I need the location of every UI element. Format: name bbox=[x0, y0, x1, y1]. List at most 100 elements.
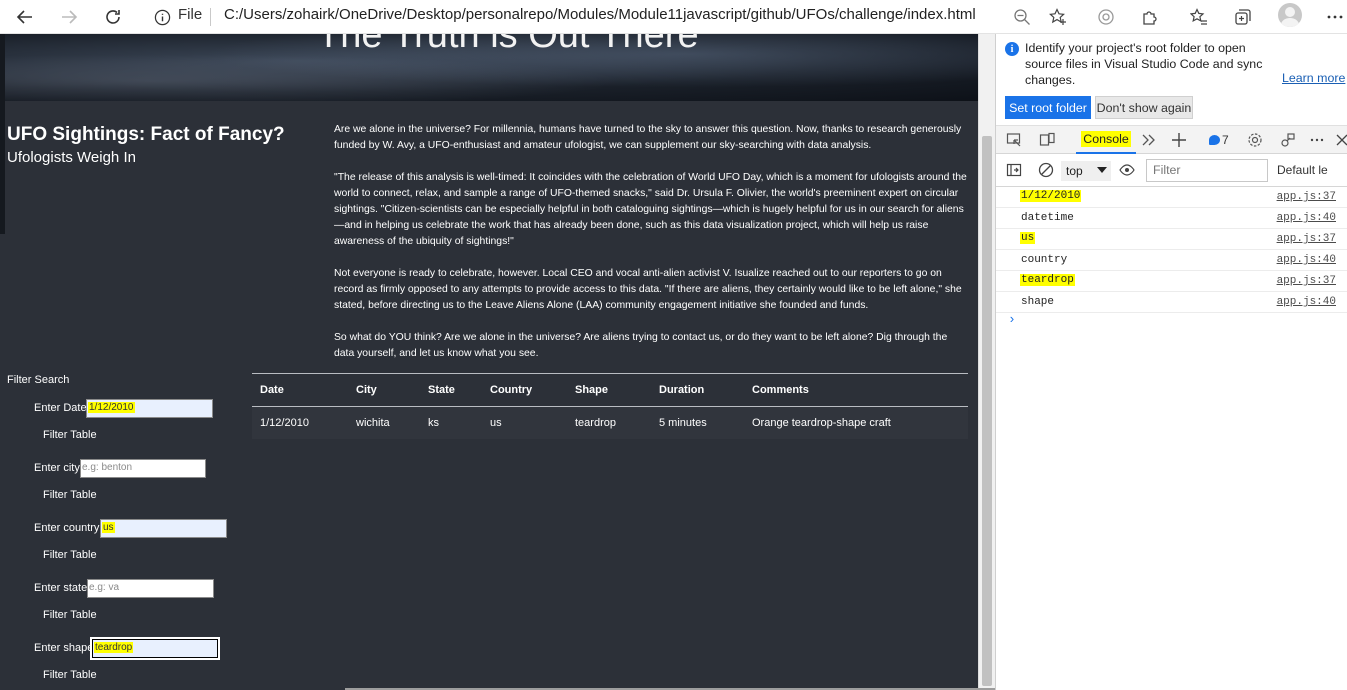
web-page: The Truth is Out There UFO Sightings: Fa… bbox=[0, 34, 978, 690]
log-source-link[interactable]: app.js:37 bbox=[1277, 191, 1336, 203]
connected-devices-icon[interactable] bbox=[1279, 131, 1297, 149]
country-input-value: us bbox=[102, 522, 115, 533]
filter-table-button[interactable]: Filter Table bbox=[43, 609, 97, 621]
inspect-element-icon[interactable] bbox=[1005, 131, 1023, 149]
devtools-toolbar: Console 7 bbox=[996, 126, 1347, 154]
favorite-add-icon[interactable] bbox=[1046, 5, 1070, 29]
zoom-out-icon[interactable] bbox=[1010, 5, 1034, 29]
country-input[interactable]: us bbox=[100, 519, 227, 538]
state-input[interactable]: e.g: va bbox=[87, 579, 214, 598]
console-filter-input[interactable]: Filter bbox=[1146, 159, 1268, 182]
state-label: Enter state bbox=[34, 582, 88, 594]
city-label: Enter city bbox=[34, 462, 80, 474]
close-devtools-icon[interactable] bbox=[1333, 131, 1347, 149]
forward-button[interactable] bbox=[56, 4, 82, 30]
log-message: 1/12/2010 bbox=[1020, 190, 1082, 202]
learn-more-link[interactable]: Learn more bbox=[1282, 71, 1345, 85]
log-source-link[interactable]: app.js:40 bbox=[1277, 296, 1336, 308]
filter-table-button[interactable]: Filter Table bbox=[43, 429, 97, 441]
forward-arrow-icon bbox=[62, 10, 78, 24]
devtools-panel: i Identify your project's root folder to… bbox=[995, 34, 1347, 690]
shape-input-value: teardrop bbox=[94, 642, 134, 653]
chevron-down-icon bbox=[1097, 167, 1107, 173]
profile-avatar[interactable] bbox=[1278, 3, 1302, 27]
protocol-label: File bbox=[178, 6, 203, 23]
table-row: 1/12/2010 wichita ks us teardrop 5 minut… bbox=[252, 407, 968, 439]
log-source-link[interactable]: app.js:40 bbox=[1277, 254, 1336, 266]
column-header-date: Date bbox=[260, 384, 284, 396]
date-input-value: 1/12/2010 bbox=[88, 402, 135, 413]
console-sidebar-icon[interactable] bbox=[1005, 161, 1023, 179]
log-source-link[interactable]: app.js:37 bbox=[1277, 233, 1336, 245]
message-icon bbox=[1209, 135, 1220, 145]
more-tabs-icon[interactable] bbox=[1139, 131, 1157, 149]
settings-gear-icon[interactable] bbox=[1246, 131, 1264, 149]
set-root-folder-button[interactable]: Set root folder bbox=[1005, 96, 1091, 119]
tab-console[interactable]: Console bbox=[1076, 126, 1136, 154]
shape-label: Enter shape bbox=[34, 642, 94, 654]
column-header-shape: Shape bbox=[575, 384, 609, 396]
shape-input[interactable]: teardrop bbox=[90, 637, 220, 660]
infobar-message: Identify your project's root folder to o… bbox=[1025, 41, 1263, 87]
address-separator bbox=[210, 8, 211, 26]
collections-icon[interactable] bbox=[1231, 5, 1255, 29]
console-log-entry: shape app.js:40 bbox=[996, 292, 1347, 313]
site-info-icon[interactable] bbox=[152, 7, 172, 27]
city-input-placeholder: e.g: benton bbox=[82, 462, 133, 473]
refresh-button[interactable] bbox=[100, 4, 126, 30]
live-expression-eye-icon[interactable] bbox=[1118, 161, 1136, 179]
issues-count: 7 bbox=[1222, 133, 1229, 147]
browser-toolbar: File C:/Users/zohairk/OneDrive/Desktop/p… bbox=[0, 0, 1347, 34]
extensions-icon[interactable] bbox=[1138, 5, 1162, 29]
log-source-link[interactable]: app.js:40 bbox=[1277, 212, 1336, 224]
console-log-entry: country app.js:40 bbox=[996, 250, 1347, 271]
city-input[interactable]: e.g: benton bbox=[80, 459, 206, 478]
table-header: Date City State Country Shape Duration C… bbox=[252, 374, 968, 407]
device-emulation-icon[interactable] bbox=[1038, 131, 1056, 149]
article-paragraph: Are we alone in the universe? For millen… bbox=[334, 124, 962, 151]
log-message: datetime bbox=[1021, 212, 1074, 224]
copilot-icon[interactable] bbox=[1094, 5, 1118, 29]
favorites-icon[interactable] bbox=[1187, 5, 1211, 29]
ufo-table: Date City State Country Shape Duration C… bbox=[252, 373, 968, 439]
column-header-state: State bbox=[428, 384, 455, 396]
filter-table-button[interactable]: Filter Table bbox=[43, 669, 97, 681]
address-bar[interactable]: C:/Users/zohairk/OneDrive/Desktop/person… bbox=[224, 6, 976, 23]
cell-shape: teardrop bbox=[575, 417, 616, 429]
console-log-entry: us app.js:37 bbox=[996, 229, 1347, 250]
scrollbar-thumb[interactable] bbox=[982, 136, 992, 686]
dont-show-again-button[interactable]: Don't show again bbox=[1095, 96, 1193, 119]
devtools-more-icon[interactable] bbox=[1308, 131, 1326, 149]
article-text: Are we alone in the universe? For millen… bbox=[334, 122, 970, 378]
filter-table-button[interactable]: Filter Table bbox=[43, 549, 97, 561]
filter-table-button[interactable]: Filter Table bbox=[43, 489, 97, 501]
console-filter-bar: top Filter Default le bbox=[996, 154, 1347, 187]
more-menu-icon[interactable] bbox=[1323, 5, 1347, 29]
article-paragraph: "The release of this analysis is well-ti… bbox=[334, 172, 967, 247]
page-subtitle: Ufologists Weigh In bbox=[7, 149, 136, 166]
column-header-country: Country bbox=[490, 384, 533, 396]
add-tab-icon[interactable] bbox=[1170, 131, 1188, 149]
context-selector[interactable]: top bbox=[1061, 161, 1111, 181]
issues-badge[interactable]: 7 bbox=[1206, 131, 1232, 149]
log-source-link[interactable]: app.js:37 bbox=[1277, 275, 1336, 287]
date-label: Enter Date bbox=[34, 402, 87, 414]
clear-console-icon[interactable] bbox=[1037, 161, 1055, 179]
log-level-selector[interactable]: Default le bbox=[1277, 163, 1328, 177]
tab-console-label: Console bbox=[1081, 131, 1131, 147]
column-header-city: City bbox=[356, 384, 377, 396]
log-message: country bbox=[1021, 254, 1068, 266]
console-prompt-chevron-icon[interactable]: › bbox=[1008, 312, 1016, 327]
info-icon: i bbox=[1005, 42, 1019, 56]
hero-title: The Truth is Out There bbox=[317, 34, 699, 56]
refresh-icon bbox=[106, 10, 120, 24]
back-button[interactable] bbox=[12, 4, 38, 30]
state-input-placeholder: e.g: va bbox=[89, 582, 120, 593]
left-edge bbox=[0, 34, 5, 234]
column-header-comments: Comments bbox=[752, 384, 809, 396]
cell-comments: Orange teardrop-shape craft bbox=[752, 417, 891, 429]
cell-country: us bbox=[490, 417, 502, 429]
cell-state: ks bbox=[428, 417, 439, 429]
page-scrollbar[interactable] bbox=[978, 34, 995, 690]
date-input[interactable]: 1/12/2010 bbox=[86, 399, 213, 418]
